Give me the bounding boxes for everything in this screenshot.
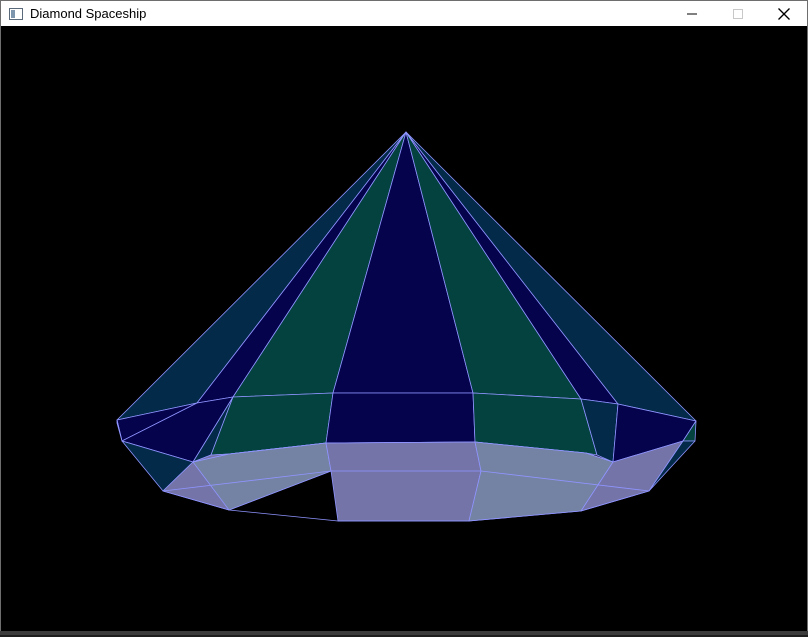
minimize-icon	[687, 13, 697, 14]
close-icon	[778, 7, 790, 20]
window-title: Diamond Spaceship	[30, 6, 147, 21]
maximize-button[interactable]	[715, 1, 761, 26]
close-button[interactable]	[761, 1, 807, 26]
maximize-icon	[733, 8, 743, 19]
window-app-icon	[9, 7, 23, 20]
window-bottom-edge	[0, 631, 808, 635]
girdle-center	[325, 392, 476, 444]
render-viewport[interactable]	[1, 26, 807, 632]
minimize-button[interactable]	[669, 1, 715, 26]
app-window: Diamond Spaceship	[0, 0, 808, 633]
pavilion-center	[325, 441, 482, 522]
title-bar[interactable]: Diamond Spaceship	[1, 1, 807, 26]
window-controls	[669, 1, 807, 26]
diamond-spaceship-render	[116, 131, 697, 522]
